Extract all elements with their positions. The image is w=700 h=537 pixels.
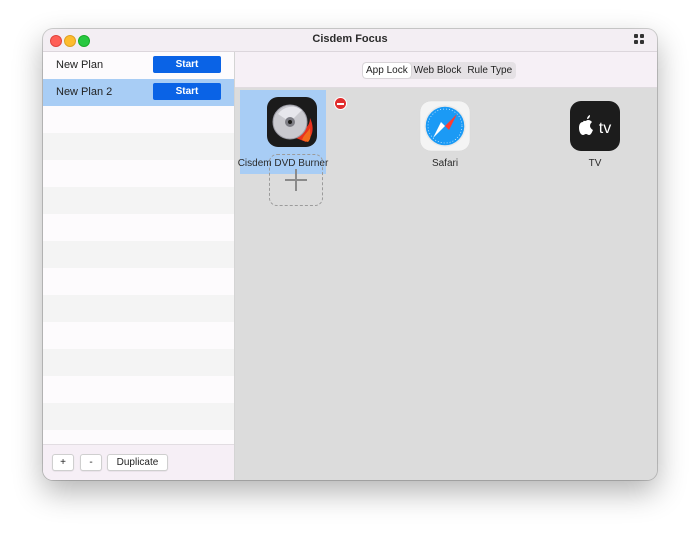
app-tile-safari[interactable]: Safari: [402, 90, 488, 174]
plan-sidebar: New Plan Start New Plan 2 Start + - Dupl…: [43, 52, 235, 480]
plan-name: New Plan: [56, 59, 104, 71]
plan-row[interactable]: New Plan Start: [43, 52, 234, 79]
add-app-button[interactable]: [269, 154, 323, 206]
plus-icon: [295, 169, 297, 191]
app-name: TV: [588, 158, 602, 169]
safari-icon: [419, 100, 471, 152]
dvd-burner-icon: [267, 97, 317, 147]
remove-app-icon[interactable]: [334, 97, 347, 110]
app-tile-tv[interactable]: tv TV: [552, 90, 638, 174]
start-plan-button[interactable]: Start: [153, 83, 221, 100]
list-stripe: [43, 133, 234, 160]
tab-rule-type[interactable]: Rule Type: [464, 62, 515, 79]
start-plan-button[interactable]: Start: [153, 56, 221, 73]
window-title: Cisdem Focus: [312, 33, 388, 45]
list-stripe: [43, 241, 234, 268]
tv-icon-text: tv: [599, 120, 611, 137]
main-panel: App Lock Web Block Rule Type Cisdem DVD …: [235, 52, 657, 480]
tab-app-lock[interactable]: App Lock: [363, 63, 411, 78]
list-stripe: [43, 349, 234, 376]
list-stripe: [43, 187, 234, 214]
duplicate-plan-button[interactable]: Duplicate: [107, 454, 168, 471]
remove-plan-button[interactable]: -: [80, 454, 102, 471]
grid-menu-icon[interactable]: [634, 34, 644, 44]
apple-tv-icon: tv: [570, 101, 620, 151]
app-name: Safari: [431, 158, 459, 169]
sidebar-footer: + - Duplicate: [43, 444, 234, 480]
rule-type-segmented-control: App Lock Web Block Rule Type: [362, 62, 517, 79]
add-plan-button[interactable]: +: [52, 454, 74, 471]
app-window: Cisdem Focus New Plan Start New Plan 2 S…: [43, 29, 657, 480]
title-bar: Cisdem Focus: [43, 29, 657, 52]
tab-web-block[interactable]: Web Block: [411, 62, 465, 79]
plan-row-selected[interactable]: New Plan 2 Start: [43, 79, 234, 106]
plan-name: New Plan 2: [56, 86, 113, 98]
list-stripe: [43, 295, 234, 322]
list-stripe: [43, 403, 234, 430]
rule-tabs-bar: App Lock Web Block Rule Type: [235, 52, 657, 88]
